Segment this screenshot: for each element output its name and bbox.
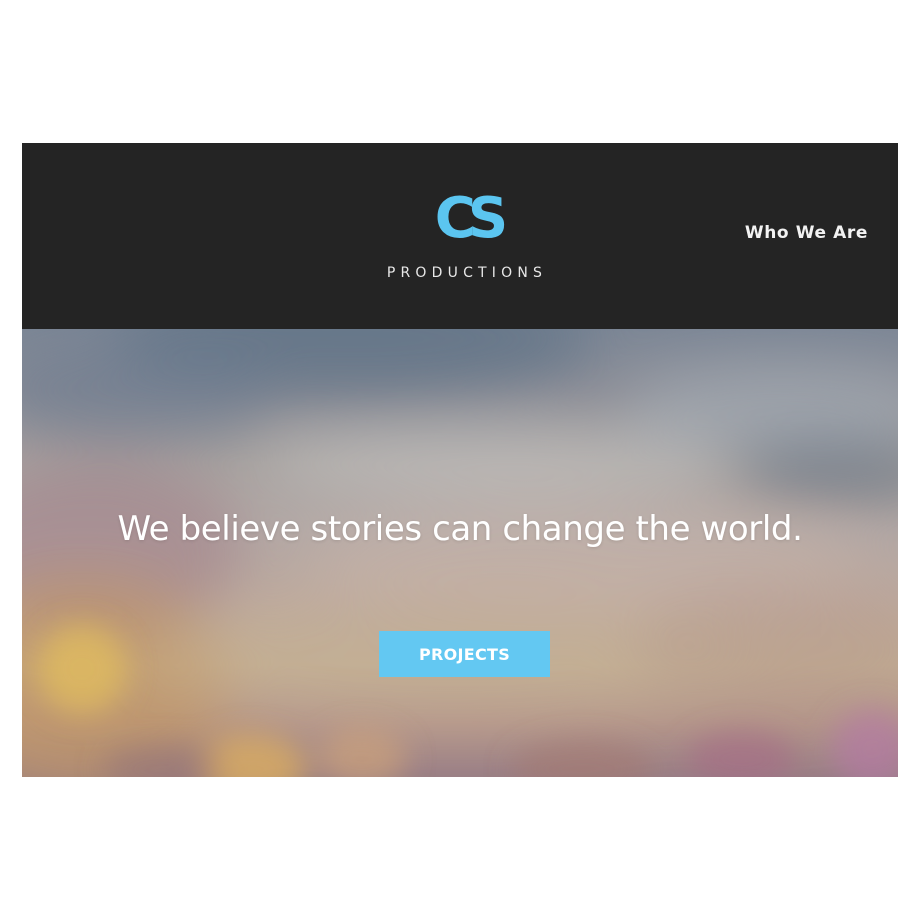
nav-link-who-we-are[interactable]: Who We Are bbox=[745, 223, 868, 243]
site-header: CS PRODUCTIONS Who We Are bbox=[22, 143, 898, 329]
cs-logo-mark: CS bbox=[435, 186, 514, 249]
hero-headline: We believe stories can change the world. bbox=[117, 509, 803, 549]
projects-button[interactable]: PROJECTS bbox=[379, 631, 550, 677]
svg-text:CS: CS bbox=[435, 186, 505, 249]
hero-banner: We believe stories can change the world.… bbox=[22, 329, 898, 777]
brand-logo[interactable]: CS PRODUCTIONS bbox=[362, 185, 572, 285]
brand-tagline: PRODUCTIONS bbox=[386, 265, 548, 281]
hero-background-image bbox=[22, 329, 898, 777]
website-frame: CS PRODUCTIONS Who We Are We believe sto… bbox=[22, 143, 898, 777]
